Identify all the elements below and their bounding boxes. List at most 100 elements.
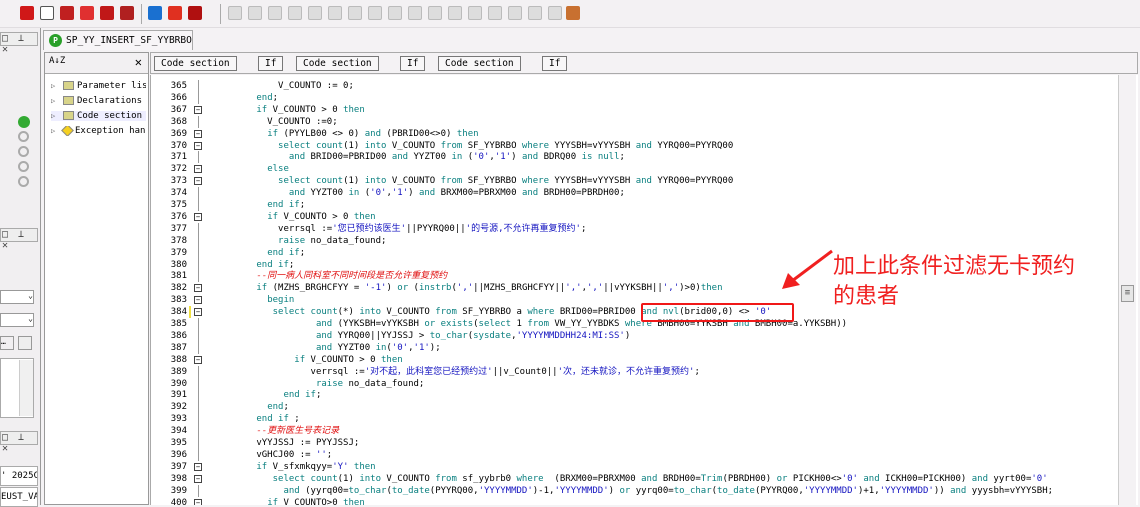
- code-text: if V_COUNTO>0 then: [267, 497, 365, 506]
- fold-toggle-icon[interactable]: −: [194, 129, 202, 138]
- key-icon[interactable]: [18, 116, 30, 128]
- disabled-tool-icon[interactable]: [388, 6, 402, 20]
- key-icon[interactable]: [18, 176, 29, 187]
- fold-toggle-icon[interactable]: −: [194, 212, 202, 221]
- expand-icon[interactable]: ▷: [51, 112, 63, 120]
- arrow-right-blue-icon[interactable]: [148, 6, 162, 20]
- line-number: 381: [170, 271, 187, 282]
- key-icon[interactable]: [18, 161, 29, 172]
- fold-toggle-icon[interactable]: −: [194, 141, 202, 150]
- line-number: 378: [170, 235, 187, 246]
- disabled-tool-icon[interactable]: [228, 6, 242, 20]
- disabled-tool-icon[interactable]: [328, 6, 342, 20]
- panel-pin-close[interactable]: □ ⊥ ✕: [0, 32, 38, 55]
- fold-toggle-icon[interactable]: −: [194, 105, 202, 114]
- disabled-tool-icon[interactable]: [348, 6, 362, 20]
- document-icon[interactable]: [18, 336, 32, 350]
- highlight-box: [641, 303, 794, 322]
- close-icon[interactable]: ✕: [135, 55, 142, 69]
- new-object-icon[interactable]: [20, 6, 34, 20]
- key-icon[interactable]: [18, 131, 29, 142]
- fold-toggle-icon[interactable]: −: [194, 474, 202, 483]
- scrollbar[interactable]: [19, 360, 33, 416]
- line-number: 393: [170, 414, 187, 425]
- disabled-tool-icon[interactable]: [368, 6, 382, 20]
- disabled-tool-icon[interactable]: [468, 6, 482, 20]
- fold-toggle-icon[interactable]: −: [194, 177, 202, 186]
- disabled-tool-icon[interactable]: [448, 6, 462, 20]
- code-text: end if;: [267, 200, 306, 210]
- stop-icon[interactable]: [188, 6, 202, 20]
- compile-icon[interactable]: [80, 6, 94, 20]
- tool-icon[interactable]: [566, 6, 580, 20]
- code-text: if V_COUNTO > 0 then: [267, 211, 376, 222]
- expand-icon[interactable]: ▷: [51, 97, 63, 105]
- line-number: 377: [170, 223, 187, 234]
- expand-icon[interactable]: ▷: [51, 82, 63, 90]
- disabled-tool-icon[interactable]: [528, 6, 542, 20]
- tree-item-parameter-list[interactable]: ▷ Parameter list: [51, 81, 146, 91]
- execute-icon[interactable]: [100, 6, 114, 20]
- vertical-scrollbar[interactable]: ≡: [1118, 75, 1136, 505]
- fold-toggle-icon[interactable]: −: [194, 498, 202, 505]
- disabled-tool-icon[interactable]: [508, 6, 522, 20]
- code-text: end if;: [267, 247, 306, 258]
- arrow-right-red-icon[interactable]: [168, 6, 182, 20]
- line-number: 388: [170, 354, 187, 365]
- breadcrumb-item[interactable]: Code section: [438, 56, 521, 71]
- line-number: 396: [170, 449, 187, 460]
- open-icon[interactable]: [40, 6, 54, 20]
- code-text: select count(1) into V_COUNTO from SF_YY…: [278, 176, 734, 187]
- browse-button[interactable]: …: [0, 336, 14, 350]
- code-editor[interactable]: 365 V_COUNTO := 0; 366 end; 367− if V_COUN…: [150, 75, 1138, 505]
- key-icon[interactable]: [18, 146, 29, 157]
- breadcrumb-item[interactable]: If: [258, 56, 284, 71]
- folder-icon: [63, 81, 74, 90]
- breadcrumb-item[interactable]: Code section: [154, 56, 237, 71]
- fold-toggle-icon[interactable]: −: [194, 308, 202, 317]
- breadcrumb-item[interactable]: Code section: [296, 56, 379, 71]
- disabled-tool-icon[interactable]: [428, 6, 442, 20]
- code-text: and YYRQ00||YYJSSJ > to_char(sysdate,'YY…: [315, 330, 631, 341]
- annotation-text: 加上此条件过滤无卡预约: [833, 254, 1076, 279]
- disabled-tool-icon[interactable]: [308, 6, 322, 20]
- scrollbar-thumb[interactable]: ≡: [1121, 285, 1134, 302]
- panel-pin-close[interactable]: □ ⊥ ✕: [0, 431, 38, 454]
- dropdown[interactable]: ⌄: [0, 313, 34, 327]
- disabled-tool-icon[interactable]: [288, 6, 302, 20]
- fold-toggle-icon[interactable]: −: [194, 165, 202, 174]
- save-icon[interactable]: [60, 6, 74, 20]
- fold-guide: [198, 365, 199, 378]
- annotation-text: 的患者: [833, 284, 900, 309]
- fold-toggle-icon[interactable]: −: [194, 355, 202, 364]
- disabled-tool-icon[interactable]: [248, 6, 262, 20]
- debug-icon[interactable]: [120, 6, 134, 20]
- fold-toggle-icon[interactable]: −: [194, 284, 202, 293]
- breadcrumb-item[interactable]: If: [400, 56, 426, 71]
- tree-item-exception-handler[interactable]: ▷Exception handler: [51, 126, 146, 136]
- line-number: 367: [170, 104, 187, 115]
- fold-guide: [198, 401, 199, 414]
- structure-tree: A↓Z ✕ ▷ Parameter list ▷ Declarations ▷ Cod…: [44, 52, 149, 505]
- code-text: end if;: [256, 259, 295, 270]
- code-text: select count(1) into V_COUNTO from SF_YY…: [278, 140, 734, 151]
- breadcrumb-item[interactable]: If: [542, 56, 568, 71]
- dropdown[interactable]: ⌄: [0, 290, 34, 304]
- panel-pin-close[interactable]: □ ⊥ ✕: [0, 228, 38, 251]
- tree-item-code-section[interactable]: ▷ Code section: [51, 111, 146, 121]
- value-cell: EUST_VA: [0, 487, 38, 507]
- line-number: 375: [170, 200, 187, 210]
- tab-title: SP_YY_INSERT_SF_YYBRBO: [66, 35, 192, 46]
- disabled-tool-icon[interactable]: [548, 6, 562, 20]
- tab-sp-yy-insert-sf-yybrbo[interactable]: P SP_YY_INSERT_SF_YYBRBO: [43, 30, 193, 50]
- tree-item-declarations[interactable]: ▷ Declarations: [51, 96, 146, 106]
- left-dock-panel: □ ⊥ ✕ □ ⊥ ✕ ⌄ ⌄ … □ ⊥ ✕ ' 2025C EUST_VA: [0, 28, 41, 507]
- toolbar-separator: [141, 4, 142, 24]
- fold-toggle-icon[interactable]: −: [194, 296, 202, 305]
- disabled-tool-icon[interactable]: [488, 6, 502, 20]
- disabled-tool-icon[interactable]: [408, 6, 422, 20]
- line-number: 380: [170, 259, 187, 270]
- fold-toggle-icon[interactable]: −: [194, 462, 202, 471]
- sort-icon[interactable]: A↓Z: [49, 56, 65, 66]
- disabled-tool-icon[interactable]: [268, 6, 282, 20]
